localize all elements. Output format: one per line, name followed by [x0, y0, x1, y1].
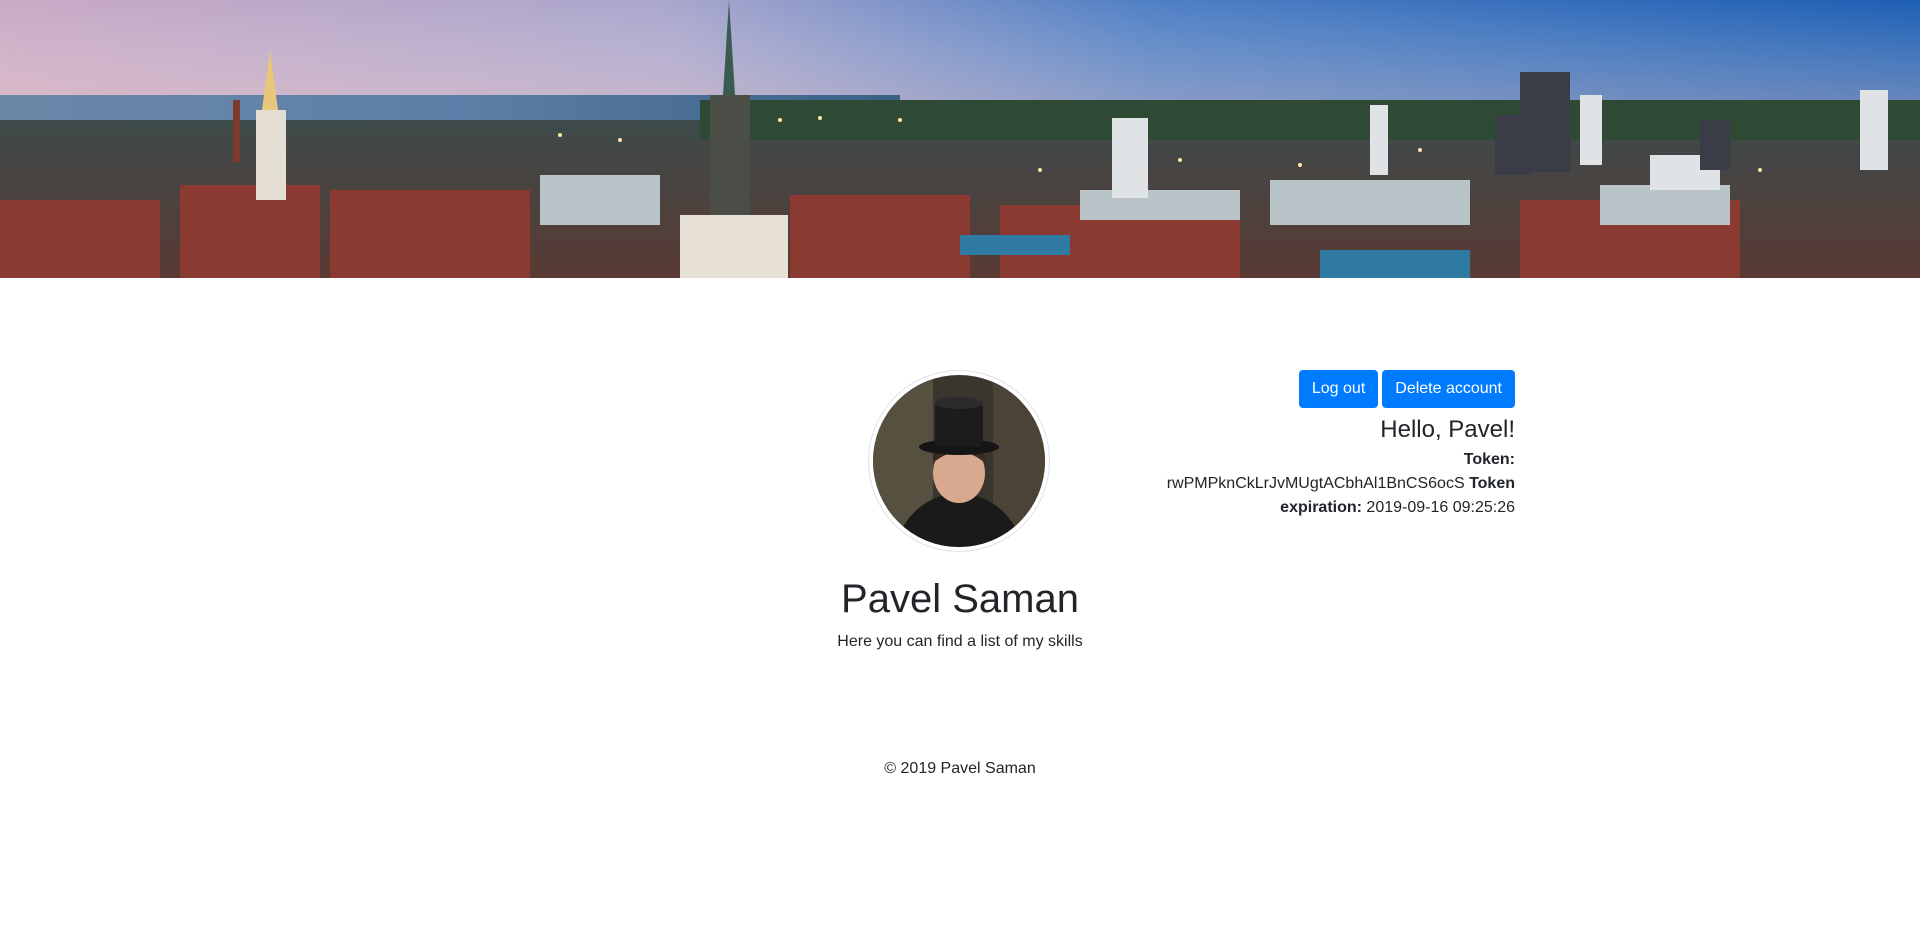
- token-expiration-label-part1: Token: [1469, 475, 1515, 492]
- logout-button[interactable]: Log out: [1298, 370, 1379, 408]
- account-panel: Log out Delete account Hello, Pavel! Tok…: [1155, 370, 1515, 520]
- token-expiration-value: 2019-09-16 09:25:26: [1366, 499, 1515, 516]
- header-banner-image: [0, 0, 1920, 278]
- profile-name: Pavel Saman: [841, 577, 1079, 621]
- token-info: Token: rwPMPknCkLrJvMUgtACbhAl1BnCS6ocS …: [1155, 448, 1515, 520]
- profile-subtitle: Here you can find a list of my skills: [837, 633, 1083, 650]
- avatar-photo: [873, 375, 1045, 547]
- token-expiration-label-part2: expiration:: [1280, 499, 1362, 516]
- footer-copyright: © 2019 Pavel Saman: [884, 760, 1036, 777]
- token-value: rwPMPknCkLrJvMUgtACbhAl1BnCS6ocS: [1166, 475, 1465, 492]
- delete-account-button[interactable]: Delete account: [1382, 370, 1515, 408]
- account-actions: Log out Delete account: [1155, 370, 1515, 408]
- greeting: Hello, Pavel!: [1380, 416, 1515, 443]
- profile-avatar: [868, 370, 1050, 552]
- city-panorama: [0, 0, 1920, 278]
- token-label: Token:: [1463, 451, 1515, 468]
